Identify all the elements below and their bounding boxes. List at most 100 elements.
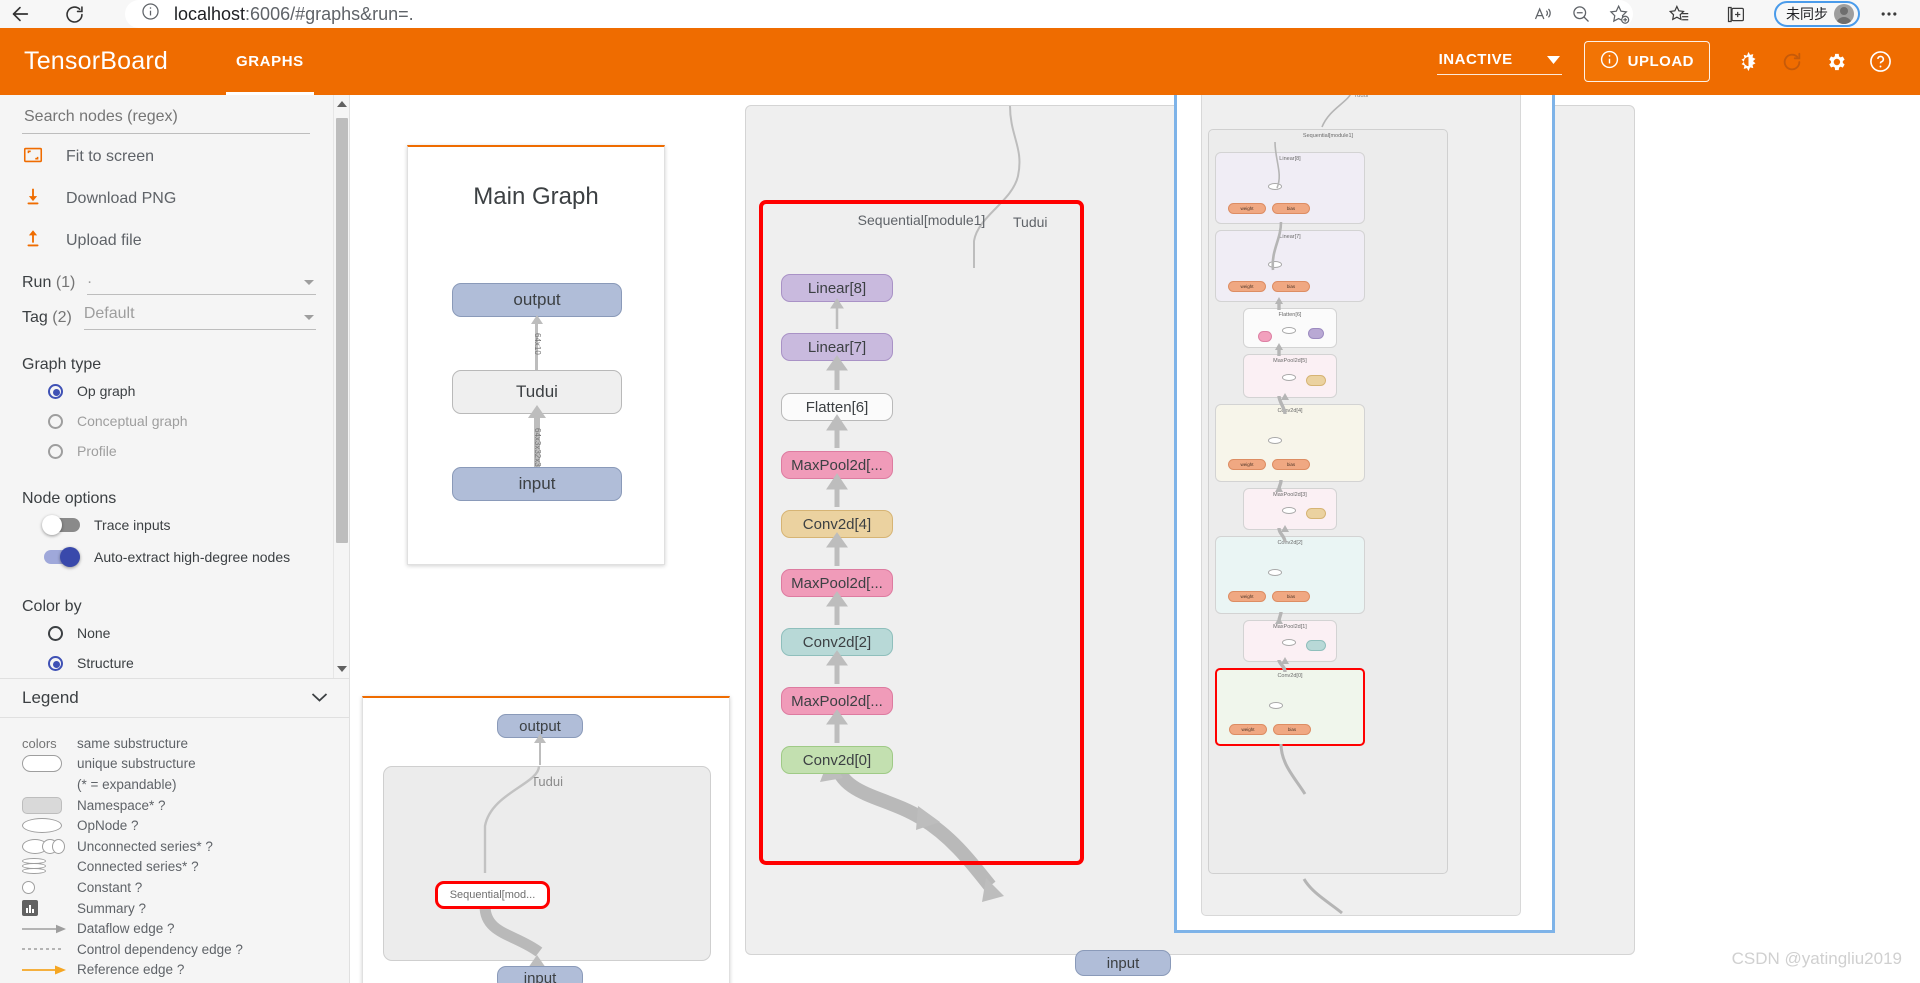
zoom-outer-edges [1302, 95, 1351, 915]
toggle-auto-extract[interactable]: Auto-extract high-degree nodes [44, 542, 316, 572]
radio-color-none-label: None [77, 625, 111, 641]
more-options-icon[interactable] [1870, 0, 1908, 28]
legend-row-colors: colors same substructure [22, 733, 328, 754]
tag-select[interactable]: Default [83, 305, 316, 330]
sidebar-scrollbar[interactable] [333, 95, 349, 678]
info-circle-icon[interactable] [141, 2, 160, 26]
legend-header[interactable]: Legend [0, 678, 349, 718]
header-actions: INACTIVE UPLOAD [1436, 41, 1920, 82]
radio-color-none[interactable]: None [48, 620, 316, 646]
layer-edges [826, 298, 848, 743]
legend-label[interactable]: OpNode ? [77, 818, 139, 833]
download-icon [22, 186, 44, 213]
add-favorite-icon[interactable] [1600, 0, 1638, 28]
radio-profile-label: Profile [77, 443, 117, 459]
profile-pill[interactable]: 未同步 [1774, 1, 1860, 27]
legend-label[interactable]: Reference edge ? [77, 962, 184, 977]
run-select[interactable]: . [87, 270, 316, 295]
legend-label[interactable]: Summary ? [77, 901, 146, 916]
url-text: localhost:6006/#graphs&run=. [174, 3, 414, 24]
address-bar[interactable]: localhost:6006/#graphs&run=. [125, 0, 1633, 28]
legend-label[interactable]: Namespace* ? [77, 798, 166, 813]
download-png-action[interactable]: Download PNG [22, 180, 316, 218]
run-status-select[interactable]: INACTIVE [1436, 49, 1562, 75]
legend-colors-value: same substructure [77, 735, 189, 751]
scroll-down-icon[interactable] [337, 666, 347, 672]
reload-icon[interactable] [54, 0, 94, 28]
graph-canvas[interactable]: Main Graph output 64x10 Tudui 64x3x32x32… [350, 95, 1920, 983]
legend-label[interactable]: Control dependency edge ? [77, 942, 243, 957]
radio-indicator [48, 413, 63, 429]
tag-label: Tag (2) [22, 308, 72, 326]
arrow-head-icon [530, 315, 543, 324]
search-input[interactable] [22, 107, 310, 134]
sequential-module1-highlight-box[interactable]: Sequential[module1] Linear[8] Linear[7] … [759, 200, 1084, 865]
dataflow-edge-icon [22, 924, 77, 934]
reference-edge-icon [22, 965, 77, 975]
zoom-out-icon[interactable] [1562, 0, 1600, 28]
tab-bar: GRAPHS [225, 28, 314, 95]
edge-label-output: 64x10 [533, 333, 542, 355]
reload-icon[interactable] [1772, 42, 1812, 82]
upload-file-action[interactable]: Upload file [22, 222, 316, 260]
favorites-icon[interactable] [1660, 0, 1698, 28]
scroll-up-icon[interactable] [337, 101, 347, 107]
radio-indicator [48, 625, 63, 641]
left-sidebar: Fit to screen Download PNG Upload file R… [0, 95, 350, 983]
tag-selector-row: Tag (2) Default [22, 305, 316, 330]
fit-to-screen-action[interactable]: Fit to screen [22, 138, 316, 176]
constant-icon [22, 880, 77, 894]
info-circle-icon [1600, 50, 1619, 73]
tensorboard-logo[interactable]: TensorBoard [24, 47, 168, 76]
legend-row-unconnected-series: Unconnected series* ? [22, 836, 328, 857]
tab-graphs[interactable]: GRAPHS [225, 28, 314, 95]
legend-row-opnode: OpNode ? [22, 815, 328, 836]
edge-label-input: 64x3x32x32 [533, 428, 542, 472]
run-label: Run (1) [22, 273, 76, 291]
legend-label[interactable]: Unconnected series* ? [77, 839, 213, 854]
zoom-namespace-tudui[interactable]: Tudui Sequential[module1] Linear[8] weig… [1201, 95, 1521, 916]
legend-label[interactable]: Constant ? [77, 880, 142, 895]
upload-button[interactable]: UPLOAD [1583, 41, 1710, 82]
scrollbar-thumb[interactable] [336, 118, 348, 543]
radio-indicator [48, 443, 63, 459]
tudui-edges [479, 765, 543, 957]
main-graph-card[interactable]: Main Graph output 64x10 Tudui 64x3x32x32… [407, 145, 665, 565]
radio-color-structure-label: Structure [77, 655, 134, 671]
sync-status-label: 未同步 [1786, 6, 1828, 22]
read-aloud-icon[interactable] [1524, 0, 1562, 28]
radio-profile[interactable]: Profile [48, 438, 316, 464]
tensorboard-header: TensorBoard GRAPHS INACTIVE UPLOAD [0, 28, 1920, 95]
legend-label: unique substructure [77, 756, 196, 772]
legend-label[interactable]: Connected series* ? [77, 859, 199, 874]
node-sequential-module1[interactable]: Sequential[mod... [435, 881, 550, 909]
gear-icon[interactable] [1816, 42, 1856, 82]
namespace-icon [22, 796, 77, 814]
main-graph-title: Main Graph [473, 183, 599, 210]
color-by-title: Color by [22, 598, 82, 615]
collections-icon[interactable] [1716, 0, 1754, 28]
node-output[interactable]: output [452, 283, 622, 317]
opnode-icon [22, 818, 77, 834]
brightness-icon[interactable] [1728, 42, 1768, 82]
help-circle-icon[interactable] [1860, 42, 1900, 82]
radio-color-structure[interactable]: Structure [48, 650, 316, 676]
toggle-auto-extract-label: Auto-extract high-degree nodes [94, 549, 291, 565]
tudui-graph-card[interactable]: output Tudui Sequential[mod... input [362, 696, 730, 983]
node-input-bottom[interactable]: input [1075, 950, 1171, 976]
radio-conceptual-graph[interactable]: Conceptual graph [48, 408, 316, 434]
legend-label[interactable]: Dataflow edge ? [77, 921, 175, 936]
arrow-head-icon [528, 405, 546, 418]
toggle-switch [44, 547, 80, 567]
chevron-down-icon [304, 315, 314, 320]
legend-title: Legend [22, 688, 79, 707]
fit-to-screen-label: Fit to screen [66, 148, 155, 165]
legend-colors-key: colors [22, 735, 57, 751]
node-input[interactable]: input [452, 467, 622, 501]
zoomed-graph-panel[interactable]: Tudui Sequential[module1] Linear[8] weig… [1174, 95, 1555, 933]
back-arrow-icon[interactable] [0, 0, 40, 28]
node-input[interactable]: input [497, 966, 583, 983]
radio-op-graph[interactable]: Op graph [48, 378, 316, 404]
toggle-trace-inputs[interactable]: Trace inputs [42, 510, 316, 540]
chevron-down-icon[interactable] [311, 689, 328, 707]
